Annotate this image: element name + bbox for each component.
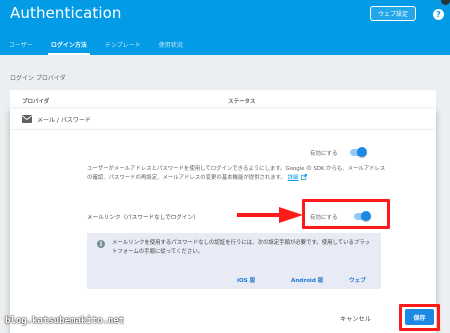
help-icon[interactable]: ?	[433, 9, 444, 20]
toggle-highlight-annotation	[302, 199, 390, 229]
red-arrow-annotation	[237, 207, 303, 223]
enable-email-toggle[interactable]	[350, 147, 367, 157]
android-link[interactable]: Android 版	[291, 276, 323, 284]
email-link-label: メールリンク（パスワードなしでログイン）	[87, 215, 199, 221]
tab-users[interactable]: ユーザー	[0, 33, 42, 55]
learn-more-link[interactable]: 詳細	[288, 175, 299, 181]
tab-usage[interactable]: 使用状況	[150, 33, 192, 55]
external-link-icon[interactable]	[301, 174, 308, 180]
page-title: Authentication	[10, 4, 122, 22]
mail-icon	[22, 115, 32, 123]
cancel-button[interactable]: キャンセル	[340, 314, 371, 323]
column-status: ステータス	[228, 99, 256, 105]
web-link[interactable]: ウェブ	[349, 276, 366, 284]
providers-heading: ログイン プロバイダ	[10, 75, 66, 82]
ios-link[interactable]: iOS 版	[237, 276, 255, 284]
watermark: blog.katsubemakito.net	[5, 316, 125, 326]
email-password-dialog: メール / パスワード 有効にする ユーザーがメールアドレスとパスワードを使用し…	[10, 109, 436, 333]
dialog-title: メール / パスワード	[37, 117, 91, 124]
email-description: ユーザーがメールアドレスとパスワードを使用してログインできるようにします。Goo…	[87, 166, 386, 181]
save-button[interactable]: 保存	[405, 309, 434, 325]
providers-table-header: プロバイダ ステータス	[10, 90, 436, 110]
column-provider: プロバイダ	[22, 99, 50, 105]
info-text: メールリンクを使用するパスワードなしの認証を行うには、次の設定手順が必要です。使…	[112, 240, 371, 255]
account-avatar[interactable]	[441, 0, 450, 5]
tab-sign-in-method[interactable]: ログイン方法	[42, 33, 96, 55]
app-header: Authentication ウェブ設定 ? ユーザー ログイン方法 テンプレー…	[0, 0, 450, 55]
info-icon: i	[97, 240, 105, 248]
tab-bar: ユーザー ログイン方法 テンプレート 使用状況	[0, 33, 192, 55]
dialog-header: メール / パスワード	[10, 109, 436, 130]
tab-templates[interactable]: テンプレート	[96, 33, 150, 55]
email-link-info-box: i メールリンクを使用するパスワードなしの認証を行うには、次の設定手順が必要です…	[87, 233, 381, 289]
toggle-knob	[357, 147, 367, 157]
enable-email-label: 有効にする	[310, 151, 338, 157]
web-settings-button[interactable]: ウェブ設定	[370, 6, 416, 21]
